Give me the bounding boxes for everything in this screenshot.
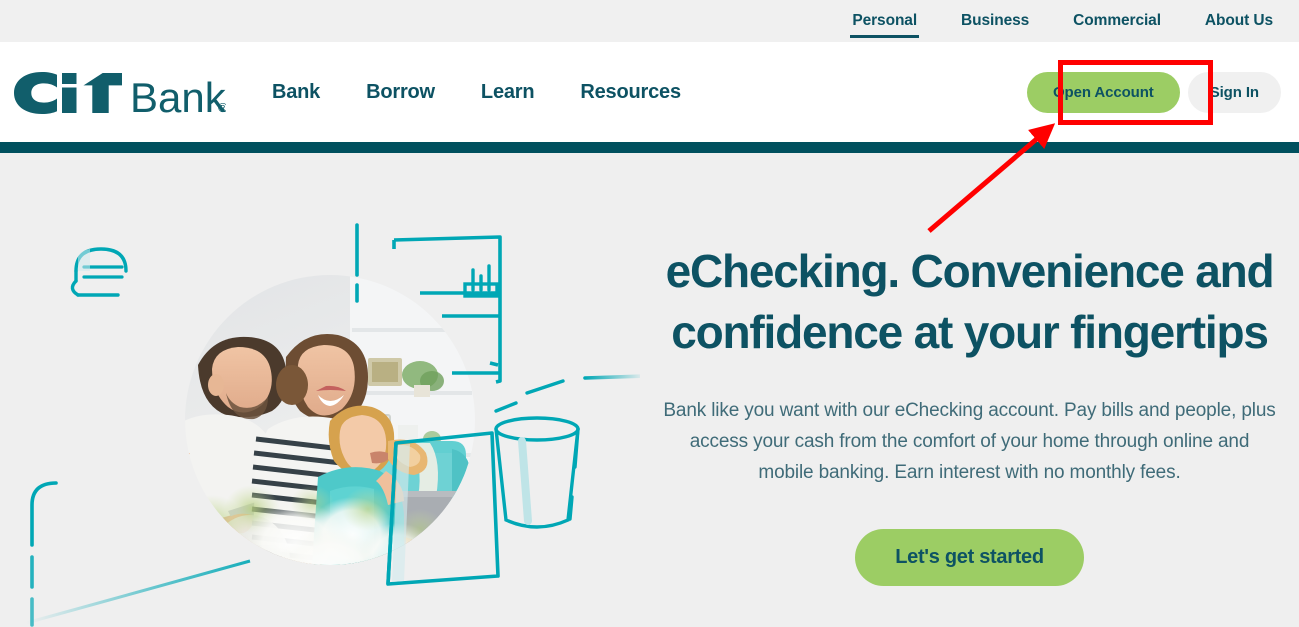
page-root: Personal Business Commercial About Us Ba… xyxy=(0,0,1299,627)
utility-nav-item-commercial[interactable]: Commercial xyxy=(1073,0,1161,42)
dashed-accent-line-art xyxy=(30,481,58,627)
glass-line-art xyxy=(494,416,580,529)
diagonal-accent-line-art xyxy=(25,559,251,625)
pendant-lamp-line-art xyxy=(70,165,128,297)
open-account-button[interactable]: Open Account xyxy=(1026,71,1180,113)
sign-in-button[interactable]: Sign In xyxy=(1187,71,1281,113)
main-header: Bank ® Bank Borrow Learn Resources Open … xyxy=(0,42,1299,142)
cit-bank-logo[interactable]: Bank ® xyxy=(12,70,226,116)
nav-item-learn[interactable]: Learn xyxy=(481,81,535,104)
hero-copy: eChecking. Convenience and confidence at… xyxy=(640,153,1299,627)
hero-title: eChecking. Convenience and confidence at… xyxy=(665,245,1275,358)
main-nav: Bank Borrow Learn Resources xyxy=(272,42,681,142)
utility-nav-item-business[interactable]: Business xyxy=(961,0,1029,42)
svg-text:Bank: Bank xyxy=(130,74,226,116)
hero-section: eChecking. Convenience and confidence at… xyxy=(0,153,1299,627)
utility-nav-label: Business xyxy=(961,12,1030,29)
nav-item-borrow[interactable]: Borrow xyxy=(366,81,435,104)
header-divider-rule xyxy=(0,142,1299,153)
hero-illustration-svg xyxy=(25,165,640,627)
glass-sparkle-line-art xyxy=(494,374,640,413)
utility-nav: Personal Business Commercial About Us xyxy=(0,0,1299,42)
utility-nav-label: About Us xyxy=(1204,12,1273,29)
nav-item-bank[interactable]: Bank xyxy=(272,81,320,104)
hero-subtitle: Bank like you want with our eChecking ac… xyxy=(663,400,1276,483)
utility-nav-label: Commercial xyxy=(1073,12,1161,29)
svg-text:®: ® xyxy=(218,100,226,115)
nav-item-resources[interactable]: Resources xyxy=(580,81,681,104)
header-actions: Open Account Sign In xyxy=(1026,42,1281,142)
cit-bank-logo-mark: Bank ® xyxy=(14,71,226,116)
hero-illustration xyxy=(0,153,640,627)
utility-nav-label: Personal xyxy=(852,12,918,29)
utility-nav-item-personal[interactable]: Personal xyxy=(850,0,919,42)
get-started-button[interactable]: Let's get started xyxy=(855,528,1084,586)
utility-nav-item-about-us[interactable]: About Us xyxy=(1205,0,1273,42)
